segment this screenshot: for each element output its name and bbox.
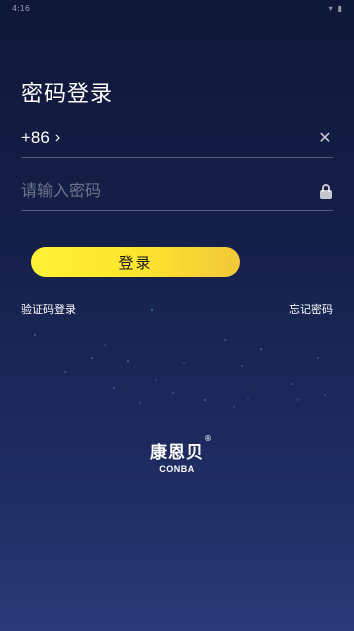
- status-icons: ▾ ▮: [329, 4, 342, 13]
- page-title: 密码登录: [21, 82, 114, 107]
- registered-mark: ®: [204, 434, 213, 443]
- decorative-particles: [34, 308, 326, 408]
- password-field[interactable]: [21, 171, 333, 211]
- brand-name-cn: 康恩贝 ®: [150, 434, 213, 463]
- brand-logo: 康恩贝 ® CONBA: [0, 434, 354, 474]
- phone-field[interactable]: +86 › ✕: [21, 118, 333, 158]
- status-time: 4:16: [12, 3, 30, 13]
- login-button[interactable]: 登录: [31, 247, 240, 277]
- battery-icon: ▮: [337, 3, 342, 13]
- password-input[interactable]: [21, 181, 281, 200]
- brand-name-en: CONBA: [159, 464, 195, 474]
- chevron-right-icon: ›: [54, 128, 61, 146]
- country-code-selector[interactable]: +86 ›: [21, 128, 60, 148]
- sms-login-link[interactable]: 验证码登录: [21, 301, 76, 317]
- lock-icon[interactable]: [319, 183, 333, 199]
- country-code-label: +86: [21, 127, 50, 147]
- status-bar: 4:16 ▾ ▮: [0, 0, 354, 16]
- forgot-password-link[interactable]: 忘记密码: [289, 301, 333, 317]
- wifi-icon: ▾: [328, 3, 333, 13]
- close-icon[interactable]: ✕: [317, 128, 333, 147]
